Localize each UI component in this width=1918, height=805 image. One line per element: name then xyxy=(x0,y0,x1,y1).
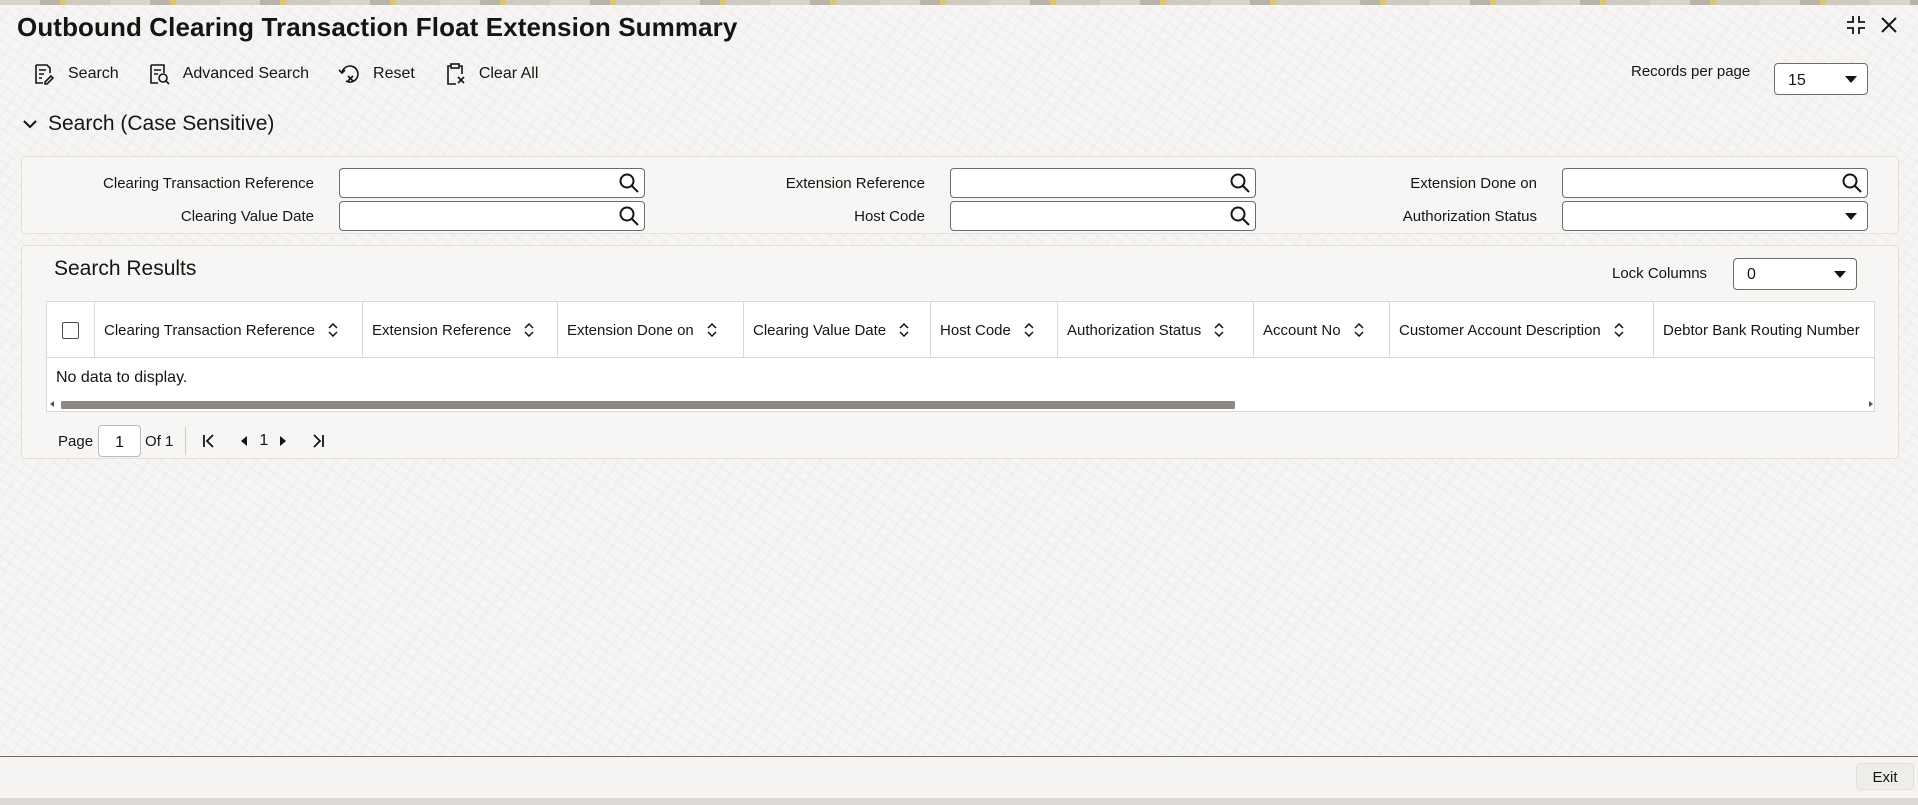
search-doc-icon xyxy=(35,64,55,85)
reset-label: Reset xyxy=(373,65,415,82)
sort-icon xyxy=(707,323,717,337)
previous-page-icon[interactable] xyxy=(236,433,252,449)
table-header-row: Clearing Transaction Reference Extension… xyxy=(47,302,1874,358)
column-label: Host Code xyxy=(940,321,1011,339)
chevron-down-icon xyxy=(1845,213,1857,220)
horizontal-scrollbar[interactable] xyxy=(47,398,1874,410)
scroll-left-arrow-icon[interactable] xyxy=(50,401,54,407)
sort-icon xyxy=(328,323,338,337)
column-header-authorization-status[interactable]: Authorization Status xyxy=(1058,302,1254,358)
page-number-input[interactable]: 1 xyxy=(98,425,142,457)
bottom-strip xyxy=(0,798,1918,805)
search-section-toggle[interactable]: Search (Case Sensitive) xyxy=(22,112,274,136)
records-per-page-select[interactable]: 15 xyxy=(1774,63,1868,95)
extension-ref-input[interactable] xyxy=(950,168,1256,198)
clearing-txn-ref-input[interactable] xyxy=(339,168,645,198)
search-icon[interactable] xyxy=(618,172,640,194)
column-label: Extension Done on xyxy=(567,321,694,339)
chevron-down-icon xyxy=(1834,271,1846,278)
scrollbar-thumb[interactable] xyxy=(61,401,1235,409)
column-header-host-code[interactable]: Host Code xyxy=(931,302,1058,358)
search-results-title: Search Results xyxy=(54,257,197,280)
extension-done-on-input[interactable] xyxy=(1562,168,1868,198)
current-page-number[interactable]: 1 xyxy=(259,432,268,450)
authorization-status-label: Authorization Status xyxy=(1402,208,1537,225)
column-label: Clearing Transaction Reference xyxy=(104,321,315,339)
column-label: Debtor Bank Routing Number xyxy=(1663,321,1860,339)
clear-all-button[interactable]: Clear All xyxy=(443,62,539,86)
footer-bar xyxy=(0,756,1918,798)
chevron-down-icon xyxy=(1845,76,1857,83)
search-icon[interactable] xyxy=(1229,205,1251,227)
sort-icon xyxy=(1024,323,1034,337)
clearing-value-date-label: Clearing Value Date xyxy=(180,208,314,225)
column-header-account-no[interactable]: Account No xyxy=(1254,302,1390,358)
pagination: Page 1 Of 1 1 xyxy=(58,425,331,457)
column-header-debtor-bank-routing-number[interactable]: Debtor Bank Routing Number xyxy=(1654,302,1874,358)
column-header-customer-account-description[interactable]: Customer Account Description xyxy=(1390,302,1654,358)
column-label: Account No xyxy=(1263,321,1341,339)
select-all-cell xyxy=(47,302,95,358)
chevron-down-icon xyxy=(23,120,37,129)
advanced-search-label: Advanced Search xyxy=(182,65,310,82)
toolbar: Search Advanced Search Reset Clear All xyxy=(32,62,566,86)
advanced-search-icon xyxy=(149,64,170,85)
clearing-txn-ref-label: Clearing Transaction Reference xyxy=(103,175,314,192)
close-icon[interactable] xyxy=(1876,12,1902,38)
extension-ref-label: Extension Reference xyxy=(785,175,925,192)
column-header-extension-ref[interactable]: Extension Reference xyxy=(363,302,558,358)
next-page-icon[interactable] xyxy=(275,433,291,449)
first-page-icon[interactable] xyxy=(201,433,217,449)
scroll-right-arrow-icon[interactable] xyxy=(1869,401,1873,407)
advanced-search-button[interactable]: Advanced Search xyxy=(147,62,309,86)
minimize-restore-icon[interactable] xyxy=(1843,12,1869,38)
records-per-page-label: Records per page xyxy=(1631,63,1751,80)
reset-icon xyxy=(338,65,359,83)
sort-icon xyxy=(899,323,909,337)
pager-divider xyxy=(185,427,187,455)
search-icon[interactable] xyxy=(618,205,640,227)
clearing-value-date-input[interactable] xyxy=(339,201,645,231)
column-label: Customer Account Description xyxy=(1399,321,1601,339)
page-title: Outbound Clearing Transaction Float Exte… xyxy=(17,12,738,42)
lock-columns-select[interactable]: 0 xyxy=(1733,258,1857,290)
lock-columns-value: 0 xyxy=(1747,266,1756,283)
page-label: Page xyxy=(58,432,94,450)
records-per-page-value: 15 xyxy=(1788,72,1806,89)
column-label: Authorization Status xyxy=(1067,321,1202,339)
exit-button[interactable]: Exit xyxy=(1856,763,1914,790)
host-code-label: Host Code xyxy=(854,208,925,225)
host-code-input[interactable] xyxy=(950,201,1256,231)
results-table: Clearing Transaction Reference Extension… xyxy=(46,301,1875,412)
search-button-label: Search xyxy=(68,65,119,82)
search-icon[interactable] xyxy=(1841,172,1863,194)
sort-icon xyxy=(524,323,534,337)
search-button[interactable]: Search xyxy=(32,62,119,86)
column-header-clearing-value-date[interactable]: Clearing Value Date xyxy=(744,302,931,358)
search-icon[interactable] xyxy=(1229,172,1251,194)
clear-all-label: Clear All xyxy=(478,65,539,82)
column-label: Extension Reference xyxy=(372,321,512,339)
sort-icon xyxy=(1614,323,1624,337)
sort-icon xyxy=(1214,323,1224,337)
reset-button[interactable]: Reset xyxy=(337,62,415,86)
column-header-clearing-txn-ref[interactable]: Clearing Transaction Reference xyxy=(95,302,363,358)
authorization-status-select[interactable] xyxy=(1562,201,1868,231)
lock-columns-label: Lock Columns xyxy=(1612,265,1708,282)
sort-icon xyxy=(1354,323,1364,337)
clear-all-icon xyxy=(447,63,465,85)
no-data-message: No data to display. xyxy=(56,369,188,386)
page-count-label: Of 1 xyxy=(145,432,174,450)
select-all-checkbox[interactable] xyxy=(62,322,79,339)
column-label: Clearing Value Date xyxy=(753,321,887,339)
column-header-extension-done-on[interactable]: Extension Done on xyxy=(558,302,744,358)
extension-done-on-label: Extension Done on xyxy=(1410,175,1537,192)
last-page-icon[interactable] xyxy=(310,433,326,449)
search-section-label: Search (Case Sensitive) xyxy=(48,112,275,135)
